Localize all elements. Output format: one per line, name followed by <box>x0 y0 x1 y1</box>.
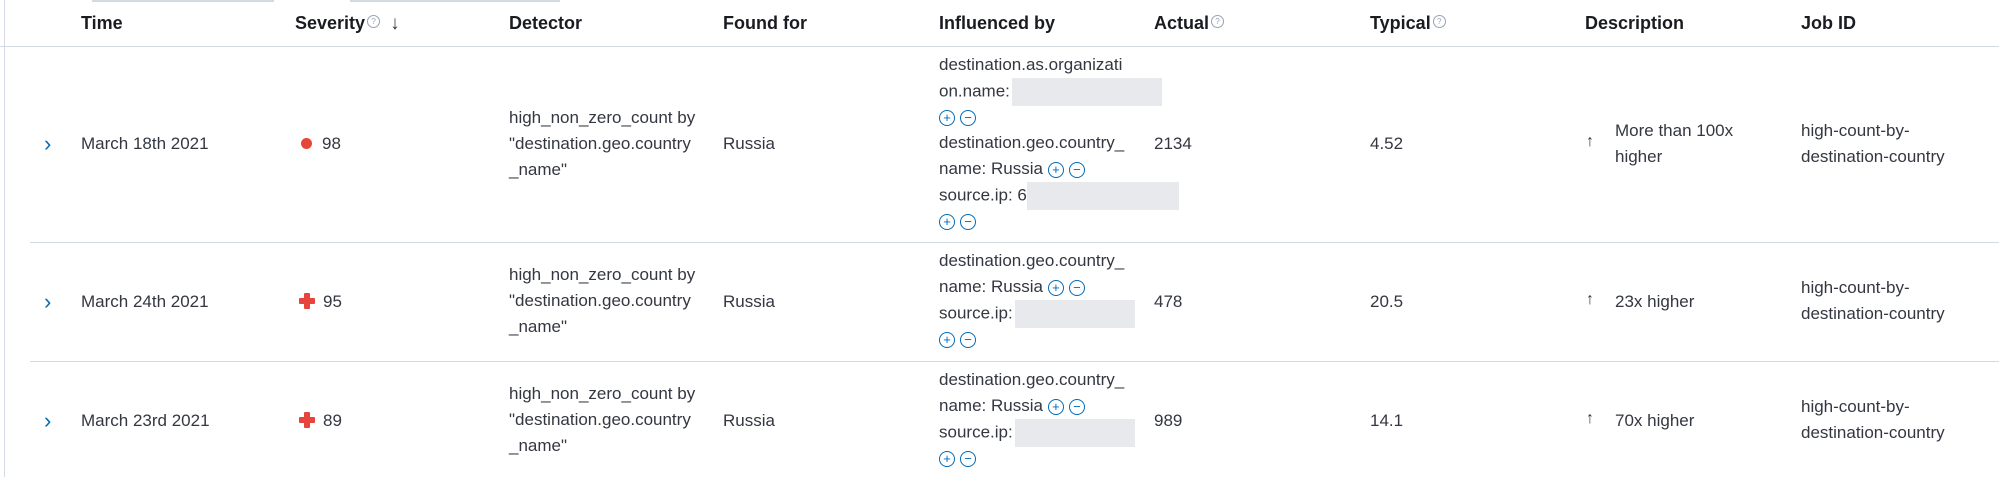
redacted-value <box>1014 300 1135 328</box>
cell-actual: 989 <box>1154 411 1183 430</box>
cell-influenced-by: destination.as.organizati on.name: + − de… <box>939 52 1179 234</box>
cell-time: March 18th 2021 <box>81 134 209 153</box>
question-circle-icon[interactable]: ? <box>1211 15 1225 28</box>
minus-circle-icon[interactable]: − <box>960 213 976 230</box>
col-header-found-for[interactable]: Found for <box>723 13 807 34</box>
cell-typical: 4.52 <box>1370 134 1404 153</box>
cell-job-id: high-count-by- destination-country <box>1801 397 1945 442</box>
minus-circle-icon[interactable]: − <box>960 331 976 348</box>
cell-influenced-by: destination.geo.country_ name: Russia + − … <box>939 248 1135 352</box>
chevron-right-icon[interactable]: › <box>44 131 58 157</box>
cell-description: 23x higher <box>1615 292 1695 311</box>
cell-detector: high_non_zero_count by "destination.geo.… <box>509 384 696 455</box>
cell-found-for: Russia <box>723 411 775 430</box>
cell-severity: 95 <box>299 289 342 315</box>
col-header-influenced-by[interactable]: Influenced by <box>939 13 1055 34</box>
plus-circle-icon[interactable]: + <box>1047 279 1064 296</box>
plus-circle-icon[interactable]: + <box>1047 398 1064 415</box>
severity-dot-icon <box>301 137 312 149</box>
cell-description: 70x higher <box>1615 411 1695 430</box>
minus-circle-icon[interactable]: − <box>1068 279 1085 296</box>
cell-found-for: Russia <box>723 292 775 311</box>
minus-circle-icon[interactable]: − <box>960 109 976 126</box>
minus-circle-icon[interactable]: − <box>960 450 976 467</box>
cell-time: March 23rd 2021 <box>81 411 210 430</box>
cell-actual: 478 <box>1154 292 1183 311</box>
chevron-right-icon[interactable]: › <box>44 408 58 434</box>
cell-influenced-by: destination.geo.country_ name: Russia + − … <box>939 367 1135 471</box>
col-header-job-id[interactable]: Job ID <box>1801 13 1856 34</box>
cell-severity: 98 <box>301 131 341 157</box>
severity-cross-icon <box>299 293 315 310</box>
redacted-value <box>1014 419 1135 447</box>
cell-found-for: Russia <box>723 134 775 153</box>
severity-cross-icon <box>299 412 315 429</box>
col-header-typical[interactable]: Typical? <box>1370 13 1446 34</box>
plus-circle-icon[interactable]: + <box>939 331 955 348</box>
plus-circle-icon[interactable]: + <box>1047 161 1064 178</box>
cell-severity: 89 <box>299 408 342 434</box>
arrow-up-icon: ↑ <box>1586 133 1594 150</box>
cell-detector: high_non_zero_count by "destination.geo.… <box>509 108 696 179</box>
col-header-severity[interactable]: Severity? ↓ <box>295 13 400 35</box>
table-header: Time Severity? ↓ Detector Found for Influ… <box>0 0 1999 47</box>
chevron-right-icon[interactable]: › <box>44 289 58 315</box>
cell-typical: 14.1 <box>1370 411 1404 430</box>
plus-circle-icon[interactable]: + <box>939 213 955 230</box>
cell-job-id: high-count-by- destination-country <box>1801 121 1945 166</box>
col-header-detector[interactable]: Detector <box>509 13 582 34</box>
redacted-value <box>1026 182 1179 210</box>
plus-circle-icon[interactable]: + <box>939 450 955 467</box>
arrow-up-icon: ↑ <box>1586 291 1594 308</box>
minus-circle-icon[interactable]: − <box>1068 161 1085 178</box>
minus-circle-icon[interactable]: − <box>1068 398 1085 415</box>
redacted-value <box>1011 78 1162 106</box>
cell-time: March 24th 2021 <box>81 292 209 311</box>
left-divider <box>4 0 5 477</box>
cell-detector: high_non_zero_count by "destination.geo.… <box>509 265 696 336</box>
anomalies-table: Time Severity? ↓ Detector Found for Influ… <box>0 0 1999 477</box>
col-header-description[interactable]: Description <box>1585 13 1684 34</box>
plus-circle-icon[interactable]: + <box>939 109 955 126</box>
cell-description: More than 100x higher <box>1615 121 1734 166</box>
question-circle-icon[interactable]: ? <box>367 15 381 28</box>
arrow-down-icon[interactable]: ↓ <box>390 13 400 34</box>
cell-job-id: high-count-by- destination-country <box>1801 278 1945 323</box>
col-header-time[interactable]: Time <box>81 13 123 34</box>
question-circle-icon[interactable]: ? <box>1432 15 1446 28</box>
cell-actual: 2134 <box>1154 134 1192 153</box>
col-header-actual[interactable]: Actual? <box>1154 13 1225 34</box>
cell-typical: 20.5 <box>1370 292 1404 311</box>
arrow-up-icon: ↑ <box>1586 410 1594 427</box>
